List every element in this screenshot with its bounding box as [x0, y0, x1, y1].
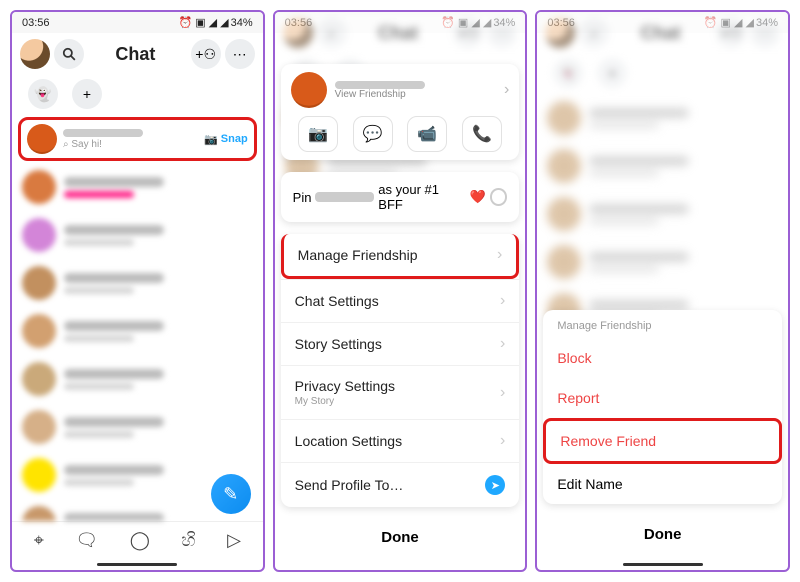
- friend-row-highlighted[interactable]: ⌕ Say hi! 📷 Snap: [18, 117, 257, 161]
- pin-radio[interactable]: [490, 188, 508, 206]
- screenshot-3: 03:56 ⏰ ▣ ◢ ◢ 34% ⌕Chat+⚇⋯ 👻+ Manage Fri…: [535, 10, 790, 572]
- chat-settings-row[interactable]: Chat Settings›: [281, 279, 520, 322]
- video-action-button[interactable]: 📹: [407, 116, 447, 152]
- chat-header: Chat +⚇ ⋯: [12, 33, 263, 75]
- send-icon: ➤: [485, 475, 505, 495]
- manage-friendship-menu: Manage Friendship Block Report Remove Fr…: [543, 310, 782, 504]
- friend-avatar-icon: [27, 124, 57, 154]
- nav-camera-icon[interactable]: ◯: [130, 530, 150, 551]
- send-profile-row[interactable]: Send Profile To…➤: [281, 462, 520, 507]
- privacy-settings-row[interactable]: Privacy SettingsMy Story›: [281, 365, 520, 419]
- friend-name-blur: [63, 129, 143, 137]
- nav-friends-icon[interactable]: හි: [181, 530, 195, 551]
- search-button[interactable]: [54, 39, 84, 69]
- remove-friend-row[interactable]: Remove Friend: [543, 418, 782, 464]
- chevron-right-icon: ›: [504, 81, 509, 99]
- manage-friendship-row[interactable]: Manage Friendship›: [281, 234, 520, 279]
- done-button[interactable]: Done: [543, 514, 782, 555]
- camera-action-button[interactable]: 📷: [298, 116, 338, 152]
- report-row[interactable]: Report: [543, 378, 782, 418]
- camera-icon: 📷: [204, 133, 218, 146]
- profile-avatar[interactable]: [20, 39, 50, 69]
- manage-friendship-sheet: Manage Friendship Block Report Remove Fr…: [537, 12, 788, 570]
- screenshot-2: 03:56 ⏰ ▣ ◢ ◢ 34% ⌕Chat+⚇⋯ 👻+ View Frien…: [273, 10, 528, 572]
- sheet-title: Manage Friendship: [543, 310, 782, 338]
- add-friend-button[interactable]: +⚇: [191, 39, 221, 69]
- location-settings-row[interactable]: Location Settings›: [281, 419, 520, 462]
- nav-location-icon[interactable]: ⌖: [34, 530, 44, 551]
- nav-chat-icon[interactable]: 🗨: [75, 530, 98, 551]
- page-title: Chat: [84, 44, 187, 65]
- status-bar: 03:56 ⏰ ▣ ◢ ◢ 34%: [12, 12, 263, 33]
- nav-play-icon[interactable]: ▷: [227, 530, 241, 551]
- add-icon[interactable]: +: [72, 79, 102, 109]
- clock: 03:56: [22, 17, 50, 29]
- view-friendship-link[interactable]: View Friendship: [335, 89, 496, 100]
- block-row[interactable]: Block: [543, 338, 782, 378]
- sub-header: 👻 +: [12, 75, 263, 115]
- edit-name-row[interactable]: Edit Name: [543, 464, 782, 504]
- filter-icon[interactable]: 👻: [28, 79, 58, 109]
- heart-icon: ❤️: [469, 189, 485, 205]
- more-button[interactable]: ⋯: [225, 39, 255, 69]
- screenshot-1: 03:56 ⏰ ▣ ◢ ◢ 34% Chat +⚇ ⋯ 👻 + ⌕ Say hi…: [10, 10, 265, 572]
- action-sheet: View Friendship › 📷 💬 📹 📞 Pin as your #1…: [275, 32, 526, 570]
- home-indicator: [97, 563, 177, 566]
- pin-bff-row[interactable]: Pin as your #1 BFF ❤️: [281, 172, 520, 222]
- snap-button[interactable]: 📷 Snap: [204, 133, 248, 146]
- story-settings-row[interactable]: Story Settings›: [281, 322, 520, 365]
- home-indicator: [623, 563, 703, 566]
- call-action-button[interactable]: 📞: [462, 116, 502, 152]
- chat-action-button[interactable]: 💬: [353, 116, 393, 152]
- settings-menu: Manage Friendship› Chat Settings› Story …: [281, 234, 520, 507]
- bottom-nav: ⌖ 🗨 ◯ හි ▷: [12, 521, 263, 561]
- friend-profile-card[interactable]: View Friendship › 📷 💬 📹 📞: [281, 64, 520, 160]
- chat-list-blurred: [12, 163, 263, 521]
- friend-avatar-icon: [291, 72, 327, 108]
- done-button[interactable]: Done: [281, 517, 520, 558]
- new-chat-fab[interactable]: ✎: [211, 474, 251, 514]
